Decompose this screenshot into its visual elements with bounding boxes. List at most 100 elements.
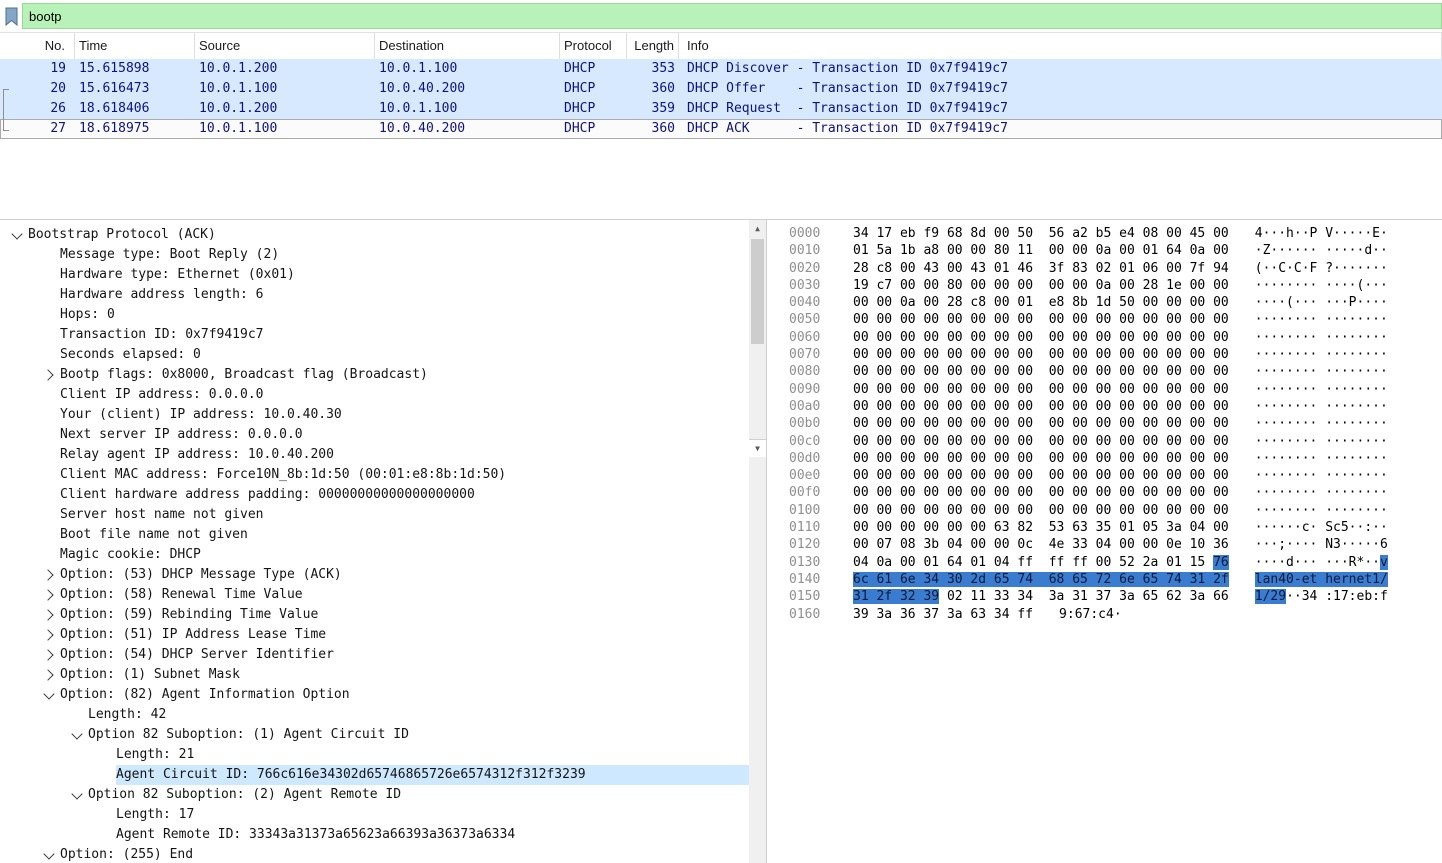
- hex-offset: 00e0: [789, 467, 835, 484]
- tree-item[interactable]: Client hardware address padding: 0000000…: [0, 485, 749, 505]
- hex-ascii: ····(··· ···P····: [1255, 294, 1388, 311]
- tree-item[interactable]: Client IP address: 0.0.0.0: [0, 385, 749, 405]
- expander-open-icon[interactable]: [38, 693, 60, 698]
- tree-item[interactable]: Transaction ID: 0x7f9419c7: [0, 325, 749, 345]
- tree-item[interactable]: Option 82 Suboption: (1) Agent Circuit I…: [0, 725, 749, 745]
- expander-collapsed-icon[interactable]: [38, 631, 60, 639]
- tree-item[interactable]: Length: 42: [0, 705, 749, 725]
- hex-row[interactable]: 00f000 00 00 00 00 00 00 00 00 00 00 00 …: [789, 484, 1442, 501]
- tree-item[interactable]: Server host name not given: [0, 505, 749, 525]
- tree-item-label: Option 82 Suboption: (2) Agent Remote ID: [88, 785, 749, 805]
- column-header-no[interactable]: No.: [0, 33, 75, 59]
- tree-item[interactable]: Message type: Boot Reply (2): [0, 245, 749, 265]
- hex-row[interactable]: 001001 5a 1b a8 00 00 80 11 00 00 0a 00 …: [789, 242, 1442, 259]
- expander-collapsed-icon[interactable]: [38, 371, 60, 379]
- hex-row[interactable]: 00e000 00 00 00 00 00 00 00 00 00 00 00 …: [789, 467, 1442, 484]
- tree-item[interactable]: Seconds elapsed: 0: [0, 345, 749, 365]
- expander-collapsed-icon[interactable]: [38, 591, 60, 599]
- detail-scrollbar[interactable]: ▲ ▼: [749, 220, 766, 863]
- packet-cell-source: 10.0.1.100: [195, 79, 375, 99]
- expander-collapsed-icon[interactable]: [38, 671, 60, 679]
- scroll-down-icon[interactable]: ▼: [749, 439, 766, 457]
- display-filter-input[interactable]: bootp: [22, 3, 1442, 29]
- tree-item[interactable]: Option: (59) Rebinding Time Value: [0, 605, 749, 625]
- hex-row[interactable]: 00c000 00 00 00 00 00 00 00 00 00 00 00 …: [789, 433, 1442, 450]
- tree-item[interactable]: Option: (255) End: [0, 845, 749, 863]
- related-packets-bracket: [3, 89, 9, 131]
- column-header-length[interactable]: Length: [627, 33, 679, 59]
- tree-item[interactable]: Option: (82) Agent Information Option: [0, 685, 749, 705]
- packet-row[interactable]: 2015.61647310.0.1.10010.0.40.200DHCP360D…: [0, 79, 1442, 99]
- tree-item[interactable]: Option: (1) Subnet Mask: [0, 665, 749, 685]
- hex-row[interactable]: 005000 00 00 00 00 00 00 00 00 00 00 00 …: [789, 311, 1442, 328]
- tree-item[interactable]: Bootstrap Protocol (ACK): [0, 225, 749, 245]
- hex-bytes: 6c 61 6e 34 30 2d 65 74 68 65 72 6e 65 7…: [853, 571, 1229, 588]
- tree-item[interactable]: Client MAC address: Force10N_8b:1d:50 (0…: [0, 465, 749, 485]
- hex-row[interactable]: 012000 07 08 3b 04 00 00 0c 4e 33 04 00 …: [789, 536, 1442, 553]
- tree-item[interactable]: Agent Circuit ID: 766c616e34302d65746865…: [0, 765, 749, 785]
- tree-item-label: Next server IP address: 0.0.0.0: [60, 425, 749, 445]
- tree-item[interactable]: Boot file name not given: [0, 525, 749, 545]
- column-header-info[interactable]: Info: [679, 33, 1442, 59]
- tree-item[interactable]: Option: (58) Renewal Time Value: [0, 585, 749, 605]
- tree-item[interactable]: Option 82 Suboption: (2) Agent Remote ID: [0, 785, 749, 805]
- hex-row[interactable]: 015031 2f 32 39 02 11 33 34 3a 31 37 3a …: [789, 588, 1442, 605]
- hex-row[interactable]: 009000 00 00 00 00 00 00 00 00 00 00 00 …: [789, 381, 1442, 398]
- hex-offset: 0040: [789, 294, 835, 311]
- hex-row[interactable]: 004000 00 0a 00 28 c8 00 01 e8 8b 1d 50 …: [789, 294, 1442, 311]
- scroll-up-icon[interactable]: ▲: [749, 220, 766, 237]
- tree-item[interactable]: Option: (54) DHCP Server Identifier: [0, 645, 749, 665]
- column-header-protocol[interactable]: Protocol: [560, 33, 627, 59]
- tree-item[interactable]: Bootp flags: 0x8000, Broadcast flag (Bro…: [0, 365, 749, 385]
- hex-row[interactable]: 000034 17 eb f9 68 8d 00 50 56 a2 b5 e4 …: [789, 225, 1442, 242]
- packet-row[interactable]: 2618.61840610.0.1.20010.0.1.100DHCP359DH…: [0, 99, 1442, 119]
- column-header-source[interactable]: Source: [195, 33, 375, 59]
- hex-row[interactable]: 006000 00 00 00 00 00 00 00 00 00 00 00 …: [789, 329, 1442, 346]
- tree-item[interactable]: Relay agent IP address: 10.0.40.200: [0, 445, 749, 465]
- tree-item[interactable]: Your (client) IP address: 10.0.40.30: [0, 405, 749, 425]
- hex-bytes: 39 3a 36 37 3a 63 34 ff: [853, 606, 1033, 623]
- tree-item[interactable]: Next server IP address: 0.0.0.0: [0, 425, 749, 445]
- hex-row[interactable]: 00d000 00 00 00 00 00 00 00 00 00 00 00 …: [789, 450, 1442, 467]
- hex-row[interactable]: 010000 00 00 00 00 00 00 00 00 00 00 00 …: [789, 502, 1442, 519]
- packet-cell-destination: 10.0.1.100: [375, 99, 560, 119]
- hex-bytes: 00 00 00 00 00 00 00 00 00 00 00 00 00 0…: [853, 415, 1229, 432]
- tree-item[interactable]: Length: 17: [0, 805, 749, 825]
- packet-cell-info: DHCP ACK - Transaction ID 0x7f9419c7: [679, 119, 1442, 139]
- tree-item[interactable]: Magic cookie: DHCP: [0, 545, 749, 565]
- hex-row[interactable]: 01406c 61 6e 34 30 2d 65 74 68 65 72 6e …: [789, 571, 1442, 588]
- hex-row[interactable]: 007000 00 00 00 00 00 00 00 00 00 00 00 …: [789, 346, 1442, 363]
- tree-item[interactable]: Hops: 0: [0, 305, 749, 325]
- tree-item-label: Message type: Boot Reply (2): [60, 245, 749, 265]
- hex-row[interactable]: 013004 0a 00 01 64 01 04 ff ff ff 00 52 …: [789, 554, 1442, 571]
- expander-collapsed-icon[interactable]: [38, 611, 60, 619]
- tree-item[interactable]: Agent Remote ID: 33343a31373a65623a66393…: [0, 825, 749, 845]
- tree-item[interactable]: Option: (51) IP Address Lease Time: [0, 625, 749, 645]
- hex-row[interactable]: 003019 c7 00 00 80 00 00 00 00 00 0a 00 …: [789, 277, 1442, 294]
- scrollbar-thumb[interactable]: [751, 239, 764, 344]
- tree-item[interactable]: Hardware address length: 6: [0, 285, 749, 305]
- filter-bookmark-icon[interactable]: [0, 7, 22, 26]
- expander-open-icon[interactable]: [38, 853, 60, 858]
- packet-row[interactable]: 1915.61589810.0.1.20010.0.1.100DHCP353DH…: [0, 59, 1442, 79]
- hex-row[interactable]: 00a000 00 00 00 00 00 00 00 00 00 00 00 …: [789, 398, 1442, 415]
- hex-row[interactable]: 016039 3a 36 37 3a 63 34 ff9:67:c4·: [789, 606, 1442, 623]
- expander-open-icon[interactable]: [6, 233, 28, 238]
- packet-row[interactable]: 2718.61897510.0.1.10010.0.40.200DHCP360D…: [0, 119, 1442, 139]
- hex-row[interactable]: 011000 00 00 00 00 00 63 82 53 63 35 01 …: [789, 519, 1442, 536]
- tree-item[interactable]: Hardware type: Ethernet (0x01): [0, 265, 749, 285]
- expander-open-icon[interactable]: [66, 793, 88, 798]
- hex-row[interactable]: 002028 c8 00 43 00 43 01 46 3f 83 02 01 …: [789, 260, 1442, 277]
- expander-collapsed-icon[interactable]: [38, 571, 60, 579]
- tree-item-label: Hardware address length: 6: [60, 285, 749, 305]
- column-header-time[interactable]: Time: [75, 33, 195, 59]
- expander-collapsed-icon[interactable]: [38, 651, 60, 659]
- packet-cell-source: 10.0.1.100: [195, 119, 375, 139]
- hex-row[interactable]: 00b000 00 00 00 00 00 00 00 00 00 00 00 …: [789, 415, 1442, 432]
- tree-item-label: Client hardware address padding: 0000000…: [60, 485, 749, 505]
- expander-open-icon[interactable]: [66, 733, 88, 738]
- hex-row[interactable]: 008000 00 00 00 00 00 00 00 00 00 00 00 …: [789, 363, 1442, 380]
- column-header-destination[interactable]: Destination: [375, 33, 560, 59]
- tree-item[interactable]: Option: (53) DHCP Message Type (ACK): [0, 565, 749, 585]
- tree-item[interactable]: Length: 21: [0, 745, 749, 765]
